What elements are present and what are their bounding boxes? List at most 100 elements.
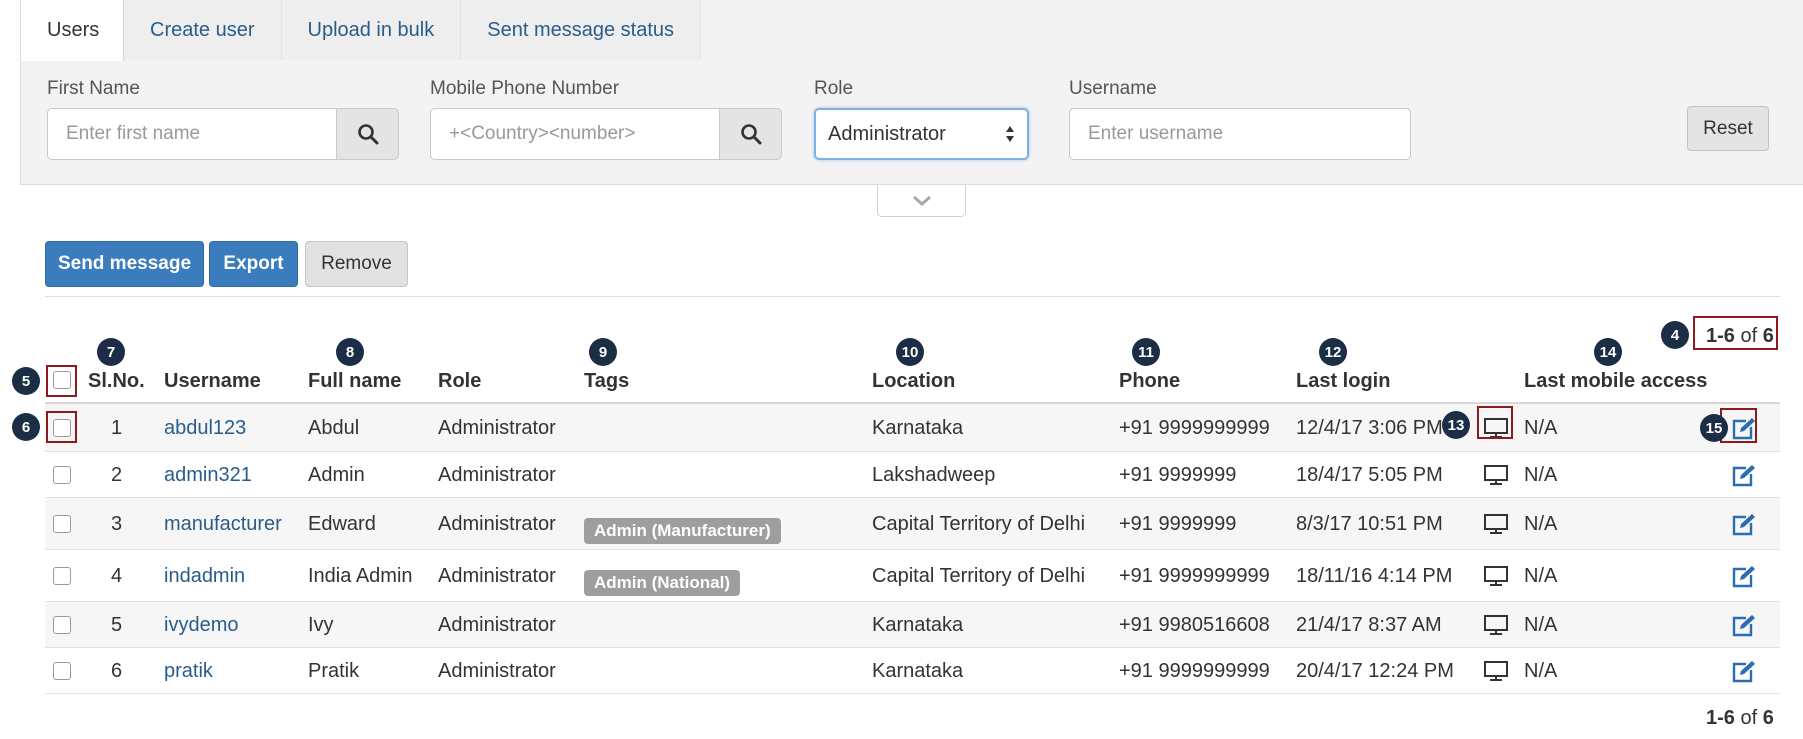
sort-arrows-icon [1006,126,1014,142]
col-location[interactable]: Location [872,370,955,393]
row-checkbox[interactable] [53,616,71,634]
tab-upload-in-bulk[interactable]: Upload in bulk [281,0,462,60]
callout-7: 7 [97,338,125,366]
edit-icon[interactable] [1731,464,1757,488]
role-select-value: Administrator [828,122,946,145]
edit-icon[interactable] [1731,660,1757,684]
row-checkbox[interactable] [53,567,71,585]
first-name-filter: First Name Enter first name [47,78,399,160]
edit-icon[interactable] [1731,614,1757,638]
col-phone[interactable]: Phone [1119,370,1180,393]
remove-button[interactable]: Remove [305,241,408,287]
callout-11: 11 [1132,338,1160,366]
edit-icon[interactable] [1731,513,1757,537]
mobile-filter: Mobile Phone Number +<Country><number> [430,78,782,160]
row-role: Administrator [438,614,556,636]
callout-12: 12 [1319,338,1347,366]
search-icon [740,124,761,145]
pagination-of: of [1740,707,1758,729]
first-name-search-button[interactable] [337,108,399,160]
table-row: 5 ivydemo Ivy Administrator Karnataka +91 998… [45,602,1780,648]
users-table: Sl.No. Username Full name Role Tags Loca… [45,356,1780,694]
row-sl-no: 6 [111,660,123,682]
edit-icon[interactable] [1731,565,1757,589]
highlight-pagination [1693,316,1778,350]
row-mobile-access: N/A [1524,513,1558,535]
monitor-icon [1483,464,1509,486]
username-label: Username [1069,78,1157,99]
callout-5: 5 [12,367,40,395]
tab-sent-message-status[interactable]: Sent message status [461,0,702,60]
row-location: Capital Territory of Delhi [872,565,1086,587]
col-full-name[interactable]: Full name [308,370,401,393]
row-location: Karnataka [872,417,964,439]
row-phone: +91 9999999 [1119,464,1237,486]
chevron-down-icon [912,195,931,206]
row-last-login: 18/4/17 5:05 PM [1296,464,1443,486]
row-phone: +91 9980516608 [1119,614,1270,636]
col-username[interactable]: Username [164,370,261,393]
highlight-monitor-icon [1477,406,1513,439]
row-checkbox[interactable] [53,515,71,533]
row-tag-badge: Admin (National) [584,570,740,596]
row-username-link[interactable]: manufacturer [164,513,282,536]
row-role: Administrator [438,565,556,587]
callout-10: 10 [896,338,924,366]
first-name-label: First Name [47,78,140,99]
row-sl-no: 5 [111,614,123,636]
row-role: Administrator [438,513,556,535]
callout-8: 8 [336,338,364,366]
row-username-link[interactable]: ivydemo [164,614,238,637]
send-message-button[interactable]: Send message [45,241,204,287]
row-mobile-access: N/A [1524,614,1558,636]
callout-4: 4 [1661,321,1689,349]
col-sl-no: Sl.No. [88,370,145,392]
row-username-link[interactable]: pratik [164,660,213,683]
row-role: Administrator [438,464,556,486]
tab-users[interactable]: Users [21,0,124,61]
username-input[interactable]: Enter username [1069,108,1411,160]
row-last-login: 8/3/17 10:51 PM [1296,513,1443,535]
row-username-link[interactable]: admin321 [164,464,252,487]
monitor-icon [1483,614,1509,636]
reset-button[interactable]: Reset [1687,106,1769,151]
tab-create-user[interactable]: Create user [124,0,282,60]
row-last-login: 12/4/17 3:06 PM [1296,417,1443,439]
role-filter: Role Administrator [814,78,1029,160]
mobile-search-button[interactable] [720,108,782,160]
callout-6: 6 [12,413,40,441]
role-select[interactable]: Administrator [814,108,1029,160]
callout-13: 13 [1442,411,1470,439]
row-full-name: Abdul [308,417,360,439]
row-last-login: 18/11/16 4:14 PM [1296,565,1453,587]
monitor-icon [1483,565,1509,587]
row-role: Administrator [438,660,556,682]
table-row: 4 indadmin India Admin Administrator Capital… [45,550,1780,602]
row-full-name: Admin [308,464,365,486]
row-checkbox[interactable] [53,662,71,680]
table-row: 3 manufacturer Edward Administrator Capital … [45,498,1780,550]
export-button[interactable]: Export [209,241,298,287]
expand-filters-button[interactable] [877,185,966,217]
col-last-mobile-access[interactable]: Last mobile access [1524,370,1707,393]
first-name-input[interactable]: Enter first name [47,108,337,160]
mobile-input[interactable]: +<Country><number> [430,108,720,160]
filter-panel: Users Create user Upload in bulk Sent me… [20,0,1803,185]
row-mobile-access: N/A [1524,417,1558,439]
row-username-link[interactable]: abdul123 [164,417,246,440]
callout-14: 14 [1594,338,1622,366]
row-username-link[interactable]: indadmin [164,565,245,588]
monitor-icon [1483,513,1509,535]
row-sl-no: 2 [111,464,123,486]
table-row: 1 abdul123 Abdul Administrator Karnataka +91 … [45,404,1780,452]
col-last-login[interactable]: Last login [1296,370,1390,393]
row-checkbox[interactable] [53,466,71,484]
row-mobile-access: N/A [1524,565,1558,587]
row-phone: +91 9999999999 [1119,565,1270,587]
table-row: 6 pratik Pratik Administrator Karnataka +91 9… [45,648,1780,694]
row-sl-no: 3 [111,513,123,535]
row-sl-no: 1 [111,417,123,439]
row-phone: +91 9999999999 [1119,660,1270,682]
col-role[interactable]: Role [438,370,481,393]
table-row: 2 admin321 Admin Administrator Lakshadweep +9… [45,452,1780,498]
